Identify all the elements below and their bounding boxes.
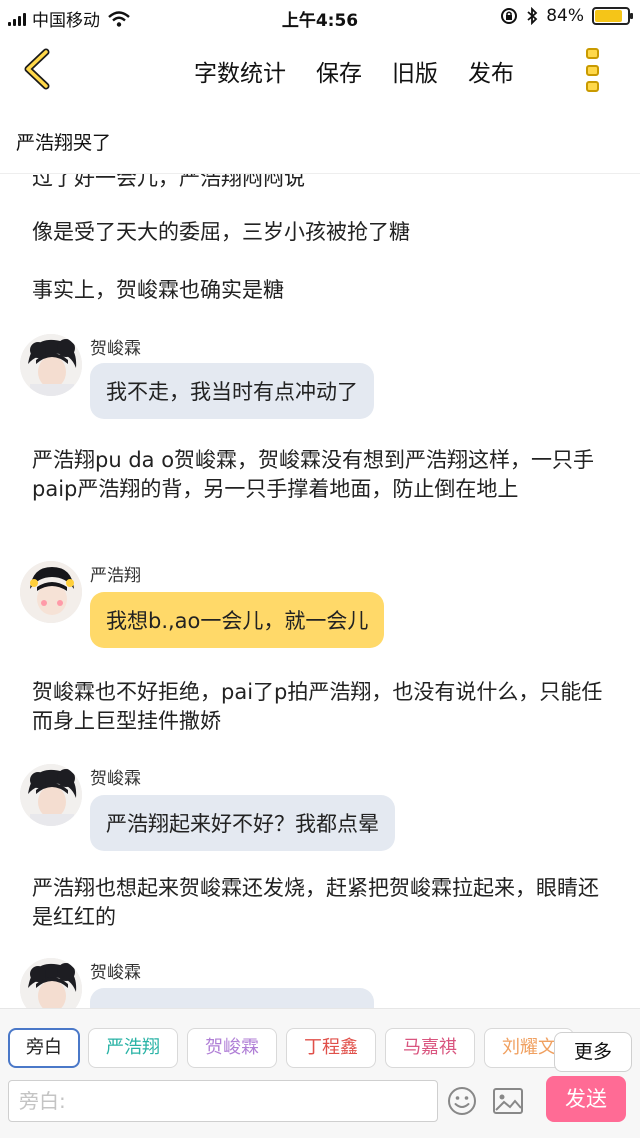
image-icon[interactable] [492, 1086, 524, 1116]
nav-actions: 字数统计 保存 旧版 发布 [194, 54, 514, 88]
avatar [20, 764, 82, 826]
speaker-name: 贺峻霖 [90, 963, 141, 983]
role-chip[interactable]: 贺峻霖 [187, 1028, 277, 1068]
role-chip[interactable]: 丁程鑫 [286, 1028, 376, 1068]
narration-paragraph: 像是受了天大的委屈，三岁小孩被抢了糖 [32, 220, 410, 244]
avatar [20, 334, 82, 396]
battery-percent: 84% [546, 6, 584, 26]
narration-paragraph: 事实上，贺峻霖也确实是糖 [32, 278, 284, 302]
old-version-button[interactable]: 旧版 [392, 54, 438, 88]
speaker-name: 贺峻霖 [90, 339, 141, 359]
more-menu-icon[interactable] [582, 48, 602, 92]
role-chip-narration[interactable]: 旁白 [8, 1028, 80, 1068]
avatar [20, 561, 82, 623]
narration-paragraph: 严浩翔pu da o贺峻霖，贺峻霖没有想到严浩翔这样，一只手paip严浩翔的背，… [32, 448, 595, 501]
battery-fill [595, 10, 622, 22]
status-right: 84% [500, 6, 633, 26]
dialogue-bubble: 严浩翔起来好不好？我都点晕 [90, 795, 395, 851]
dialogue-bubble: 我想b.,ao一会儿，就一会儿 [90, 592, 385, 648]
send-button[interactable]: 发送 [546, 1076, 626, 1122]
role-selector: 旁白 严浩翔 贺峻霖 丁程鑫 马嘉祺 刘耀文 更多 [0, 1008, 640, 1072]
emoji-icon[interactable] [447, 1086, 477, 1116]
save-button[interactable]: 保存 [316, 54, 362, 88]
narration-paragraph: 贺峻霖也不好拒绝，pai了p拍严浩翔，也没有说什么，只能任而身上巨型挂件撒娇 [32, 680, 603, 733]
lock-rotation-icon [501, 8, 518, 24]
publish-button[interactable]: 发布 [468, 54, 514, 88]
nav-bar: 字数统计 保存 旧版 发布 [0, 34, 640, 104]
battery-icon [592, 7, 633, 25]
speaker-name: 贺峻霖 [90, 769, 141, 789]
word-count-button[interactable]: 字数统计 [194, 54, 286, 88]
role-chip[interactable]: 马嘉祺 [385, 1028, 475, 1068]
message-input[interactable] [8, 1080, 438, 1122]
back-arrow-icon[interactable] [18, 48, 58, 90]
more-roles-button[interactable]: 更多 [554, 1032, 632, 1072]
dialogue-bubble: 我不走，我当时有点冲动了 [90, 363, 374, 419]
narration-paragraph: 严浩翔也想起来贺峻霖还发烧，赶紧把贺峻霖拉起来，眼睛还是红红的 [32, 876, 599, 929]
speaker-name: 严浩翔 [90, 566, 141, 586]
story-title[interactable]: 严浩翔哭了 [16, 128, 111, 155]
story-title-row: 严浩翔哭了 [0, 104, 640, 174]
story-content[interactable]: 过了好一会儿，严浩翔闷闷说 像是受了天大的委屈，三岁小孩被抢了糖 事实上，贺峻霖… [0, 174, 640, 1008]
status-bar: 中国移动 上午4:56 84% [0, 0, 640, 34]
role-chip[interactable]: 严浩翔 [88, 1028, 178, 1068]
narration-paragraph: 过了好一会儿，严浩翔闷闷说 [32, 174, 305, 190]
bluetooth-icon [527, 7, 538, 25]
input-bar: 发送 [0, 1072, 640, 1138]
avatar [20, 958, 82, 1008]
dialogue-bubble [90, 988, 374, 1008]
